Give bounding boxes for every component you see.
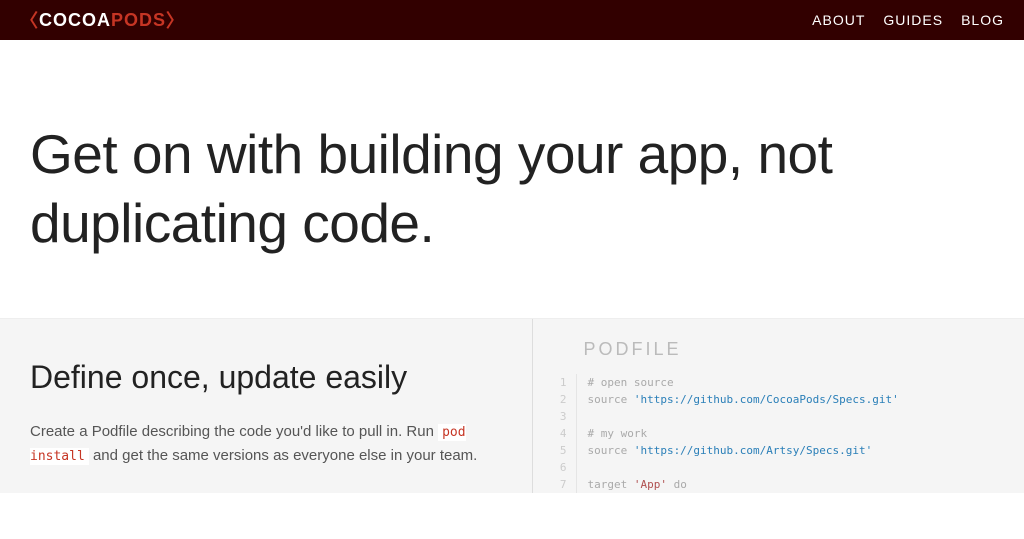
- logo-bracket-open: 〈: [20, 7, 39, 33]
- define-title: Define once, update easily: [30, 359, 502, 396]
- line-content: [587, 408, 594, 425]
- line-number: 1: [553, 374, 577, 391]
- code-line: 5 source 'https://github.com/Artsy/Specs.…: [553, 442, 1004, 459]
- define-section: Define once, update easily Create a Podf…: [0, 319, 532, 493]
- line-number: 5: [553, 442, 577, 459]
- code-line: 3: [553, 408, 1004, 425]
- logo[interactable]: 〈COCOAPODS〉: [20, 7, 185, 33]
- line-number: 3: [553, 408, 577, 425]
- line-number: 7: [553, 476, 577, 493]
- nav: ABOUT GUIDES BLOG: [812, 12, 1004, 28]
- line-content: # open source: [587, 374, 673, 391]
- code-line: 4 # my work: [553, 425, 1004, 442]
- podfile-section: PODFILE 1 # open source 2 source 'https://g…: [532, 319, 1024, 493]
- podfile-title: PODFILE: [583, 339, 1004, 360]
- podfile-code: 1 # open source 2 source 'https://github.co…: [553, 374, 1004, 493]
- define-text-2: and get the same versions as everyone el…: [89, 447, 478, 464]
- header: 〈COCOAPODS〉 ABOUT GUIDES BLOG: [0, 0, 1024, 40]
- nav-about[interactable]: ABOUT: [812, 12, 865, 28]
- line-content: source 'https://github.com/Artsy/Specs.g…: [587, 442, 872, 459]
- code-line: 1 # open source: [553, 374, 1004, 391]
- hero-title: Get on with building your app, not dupli…: [30, 120, 994, 258]
- line-content: source 'https://github.com/CocoaPods/Spe…: [587, 391, 898, 408]
- define-text-1: Create a Podfile describing the code you…: [30, 423, 438, 440]
- logo-bracket-close: 〉: [166, 7, 185, 33]
- line-number: 6: [553, 459, 577, 476]
- logo-text-pods: PODS: [111, 10, 166, 31]
- code-line: 7 target 'App' do: [553, 476, 1004, 493]
- code-line: 2 source 'https://github.com/CocoaPods/Sp…: [553, 391, 1004, 408]
- nav-guides[interactable]: GUIDES: [883, 12, 943, 28]
- line-number: 4: [553, 425, 577, 442]
- define-paragraph: Create a Podfile describing the code you…: [30, 420, 502, 468]
- hero: Get on with building your app, not dupli…: [0, 40, 1024, 318]
- lower-section: Define once, update easily Create a Podf…: [0, 318, 1024, 493]
- logo-text-cocoa: COCOA: [39, 10, 111, 31]
- code-line: 6: [553, 459, 1004, 476]
- line-content: target 'App' do: [587, 476, 686, 493]
- line-number: 2: [553, 391, 577, 408]
- line-content: # my work: [587, 425, 647, 442]
- nav-blog[interactable]: BLOG: [961, 12, 1004, 28]
- line-content: [587, 459, 594, 476]
